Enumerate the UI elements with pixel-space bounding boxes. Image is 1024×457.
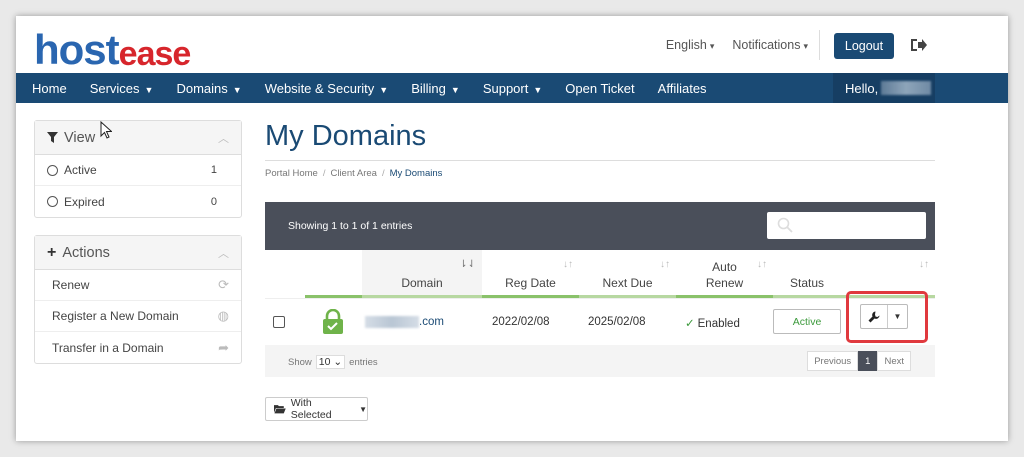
globe-icon: ◍ [217, 308, 229, 323]
browser-page: host ease English ▾ Notifications ▾ Logout … [16, 16, 1008, 441]
ssl-lock-icon [323, 309, 343, 334]
nav-billing[interactable]: Billing ▼ [411, 81, 460, 96]
breadcrumb-client-area[interactable]: Client Area [330, 168, 376, 179]
col-ssl [305, 250, 362, 298]
domain-link[interactable]: .com [365, 316, 444, 328]
active-count: 1 [210, 164, 217, 176]
sort-icon: ↓↑ [919, 259, 929, 270]
divider [819, 30, 820, 60]
nav-domains[interactable]: Domains ▼ [176, 81, 241, 96]
pagination-next[interactable]: Next [877, 351, 911, 371]
actions-panel-header[interactable]: + Actions ︿ [35, 236, 241, 270]
auto-renew-value: ✓ Enabled [685, 318, 740, 330]
col-checkbox [265, 250, 305, 298]
caret-down-icon: ▾ [709, 41, 715, 51]
filter-icon [47, 132, 58, 143]
radio-icon[interactable] [47, 196, 58, 207]
redacted-domain [365, 316, 419, 328]
chevron-up-icon[interactable]: ︿ [218, 130, 229, 146]
exit-icon[interactable] [909, 36, 927, 54]
nav-open-ticket[interactable]: Open Ticket [565, 81, 634, 96]
nav-support[interactable]: Support ▼ [483, 81, 542, 96]
main-navbar: Home Services ▼ Domains ▼ Website & Securi… [16, 73, 1008, 103]
pagination: Previous 1 Next [807, 351, 911, 371]
nav-home[interactable]: Home [32, 81, 67, 96]
caret-down-icon: ▼ [232, 84, 242, 95]
action-register-domain[interactable]: Register a New Domain ◍ [35, 301, 241, 332]
hostease-logo[interactable]: host ease [34, 26, 191, 74]
with-selected-button[interactable]: With Selected ▼ [265, 397, 368, 421]
filter-active[interactable]: Active 1 [35, 155, 241, 186]
user-menu[interactable]: Hello, [833, 73, 935, 103]
col-next-due[interactable]: ↓↑ Next Due [579, 250, 676, 298]
breadcrumb-portal-home[interactable]: Portal Home [265, 168, 318, 179]
showing-entries: Showing 1 to 1 of 1 entries [288, 220, 413, 232]
col-domain[interactable]: ⇂⇃ Domain [362, 250, 482, 298]
breadcrumb-current: My Domains [389, 168, 443, 179]
chevron-up-icon[interactable]: ︿ [218, 245, 229, 261]
status-badge: Active [773, 309, 841, 334]
action-transfer-domain[interactable]: Transfer in a Domain ➦ [35, 332, 241, 363]
pagination-previous[interactable]: Previous [807, 351, 859, 371]
filter-expired[interactable]: Expired 0 [35, 186, 241, 217]
view-panel-header[interactable]: View ︿ [35, 121, 241, 155]
refresh-icon: ⟳ [218, 277, 229, 292]
pagination-page-1[interactable]: 1 [858, 351, 878, 371]
table-footer: Show 10 ⌄ entries Previous 1 Next [265, 345, 935, 377]
reg-date-value: 2022/02/08 [492, 316, 550, 328]
check-icon: ✓ [685, 318, 695, 330]
divider [265, 160, 935, 161]
entries-selector: Show 10 ⌄ entries [288, 355, 378, 369]
col-auto-renew[interactable]: ↓↑ Auto Renew [676, 250, 773, 298]
entries-select[interactable]: 10 ⌄ [315, 355, 346, 369]
nav-services[interactable]: Services ▼ [90, 81, 154, 96]
expired-count: 0 [210, 195, 217, 208]
plus-icon: + [47, 243, 57, 261]
table-toolbar: Showing 1 to 1 of 1 entries [265, 202, 935, 250]
view-panel: View ︿ Active 1 Expired 0 [34, 120, 242, 218]
top-links: English ▾ Notifications ▾ [666, 38, 808, 52]
logout-button[interactable]: Logout [834, 33, 894, 59]
actions-panel: + Actions ︿ Renew ⟳ Register a New Domai… [34, 235, 242, 364]
notifications-dropdown[interactable]: Notifications ▾ [732, 38, 808, 52]
action-renew[interactable]: Renew ⟳ [35, 270, 241, 301]
manage-domain-button[interactable]: ▼ [860, 304, 908, 329]
wrench-icon[interactable] [861, 305, 888, 328]
page-title: My Domains [265, 120, 427, 152]
caret-down-icon: ▼ [533, 84, 543, 95]
caret-down-icon: ▼ [359, 404, 367, 414]
breadcrumb: Portal Home / Client Area / My Domains [265, 168, 443, 179]
caret-down-icon: ▼ [450, 84, 460, 95]
language-dropdown[interactable]: English ▾ [666, 38, 715, 52]
search-input[interactable] [767, 212, 926, 239]
caret-down-icon: ▾ [803, 41, 808, 51]
sort-icon: ↓↑ [660, 259, 670, 270]
folder-open-icon [274, 405, 286, 414]
highlight-box: ▼ [846, 291, 928, 343]
next-due-value: 2025/02/08 [588, 316, 646, 328]
table-row[interactable]: .com 2022/02/08 2025/02/08 ✓ Enabled Acti… [265, 291, 935, 346]
caret-down-icon: ▼ [379, 84, 389, 95]
col-reg-date[interactable]: ↓↑ Reg Date [482, 250, 579, 298]
redacted-username [881, 81, 932, 95]
search-icon [777, 217, 793, 233]
mouse-cursor-icon [100, 121, 112, 139]
caret-down-icon[interactable]: ▼ [888, 305, 907, 328]
table-header: ⇂⇃ Domain ↓↑ Reg Date ↓↑ Next Due ↓↑ Aut… [265, 250, 935, 298]
nav-website-security[interactable]: Website & Security ▼ [265, 81, 389, 96]
sort-asc-icon: ⇂⇃ [459, 259, 476, 270]
nav-affiliates[interactable]: Affiliates [658, 81, 707, 96]
row-checkbox[interactable] [273, 316, 285, 328]
caret-down-icon: ▼ [144, 84, 154, 95]
sort-icon: ↓↑ [563, 259, 573, 270]
radio-icon[interactable] [47, 164, 58, 176]
share-icon: ➦ [218, 339, 229, 355]
